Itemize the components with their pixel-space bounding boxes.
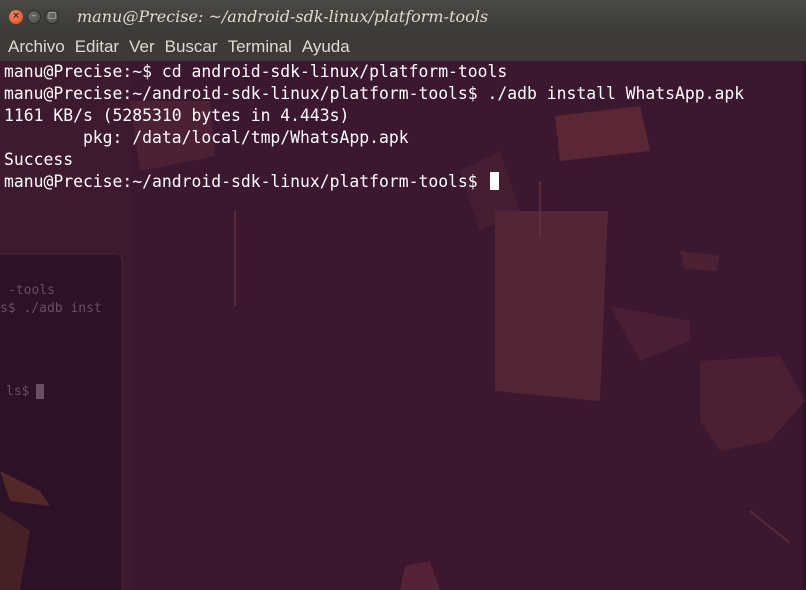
terminal-line: manu@Precise:~/android-sdk-linux/platfor… bbox=[4, 84, 745, 103]
terminal-output: manu@Precise:~$ cd android-sdk-linux/pla… bbox=[4, 61, 744, 193]
close-icon: × bbox=[12, 11, 20, 21]
background-window-cursor bbox=[36, 384, 44, 399]
window-title: manu@Precise: ~/android-sdk-linux/platfo… bbox=[77, 7, 489, 26]
menu-terminal[interactable]: Terminal bbox=[223, 37, 297, 57]
terminal-window: × – □ manu@Precise: ~/android-sdk-linux/… bbox=[0, 0, 806, 590]
minimize-icon: – bbox=[31, 11, 37, 21]
menu-archivo[interactable]: Archivo bbox=[0, 37, 70, 57]
text-cursor bbox=[489, 172, 499, 190]
close-button[interactable]: × bbox=[9, 9, 23, 24]
terminal-prompt-line: manu@Precise:~/android-sdk-linux/platfor… bbox=[4, 171, 744, 193]
terminal-area[interactable]: -tools s$ ./adb inst ls$ manu@Precise:~$… bbox=[0, 61, 806, 590]
terminal-line: pkg: /data/local/tmp/WhatsApp.apk bbox=[4, 128, 409, 147]
menu-editar[interactable]: Editar bbox=[70, 37, 124, 57]
minimize-button[interactable]: – bbox=[27, 9, 41, 24]
terminal-line: Success bbox=[4, 150, 74, 169]
terminal-line: manu@Precise:~$ cd android-sdk-linux/pla… bbox=[4, 62, 508, 81]
background-window-fragment: ls$ bbox=[6, 384, 30, 399]
terminal-prompt: manu@Precise:~/android-sdk-linux/platfor… bbox=[4, 172, 488, 191]
maximize-icon: □ bbox=[47, 11, 57, 21]
background-window-fragment: s$ ./adb inst bbox=[0, 301, 102, 316]
terminal-line: 1161 KB/s (5285310 bytes in 4.443s) bbox=[4, 106, 350, 125]
menu-ver[interactable]: Ver bbox=[124, 37, 160, 57]
menu-buscar[interactable]: Buscar bbox=[160, 37, 223, 57]
maximize-button[interactable]: □ bbox=[45, 9, 59, 24]
menu-bar: Archivo Editar Ver Buscar Terminal Ayuda bbox=[0, 33, 806, 61]
background-window-fragment: -tools bbox=[8, 283, 55, 298]
window-controls: × – □ bbox=[9, 9, 59, 24]
title-bar[interactable]: × – □ manu@Precise: ~/android-sdk-linux/… bbox=[0, 0, 806, 33]
menu-ayuda[interactable]: Ayuda bbox=[297, 37, 355, 57]
